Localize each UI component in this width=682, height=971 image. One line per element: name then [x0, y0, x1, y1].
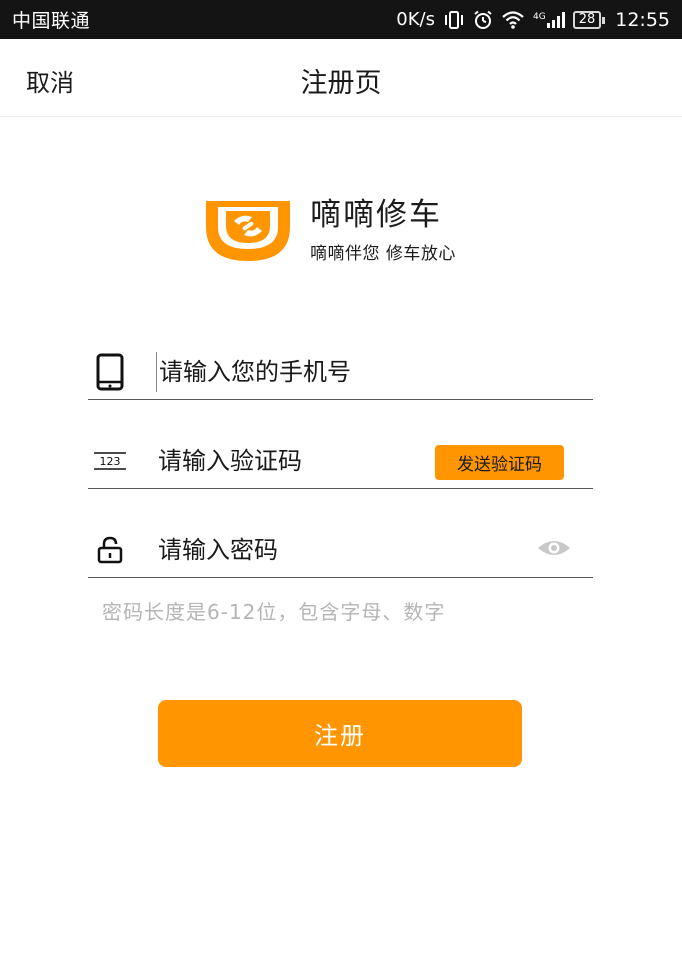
battery-level: 28 — [578, 11, 596, 27]
app-slogan: 嘀嘀伴您 修车放心 — [310, 244, 456, 264]
register-button[interactable]: 注册 — [158, 700, 522, 767]
alarm-icon — [473, 10, 493, 30]
vibrate-icon — [443, 10, 465, 30]
clock: 12:55 — [615, 8, 670, 31]
status-bar: 中国联通 0K/s 4G 28 12:55 — [0, 0, 682, 39]
svg-text:123: 123 — [100, 455, 121, 468]
page-title: 注册页 — [300, 68, 382, 99]
password-input[interactable] — [158, 530, 488, 570]
lock-icon — [92, 530, 128, 570]
battery-icon: 28 — [572, 10, 605, 29]
wrench-shield-logo-icon — [206, 201, 290, 261]
app-name: 嘀嘀修车 — [310, 197, 442, 233]
signal-icon: 4G — [532, 11, 565, 28]
phone-row — [88, 340, 593, 400]
network-type: 4G — [532, 11, 546, 22]
nav-bar: 取消 注册页 — [0, 39, 682, 117]
verification-code-row: 123 发送验证码 — [88, 429, 593, 489]
password-row — [88, 518, 593, 578]
carrier-name: 中国联通 — [12, 10, 91, 32]
wifi-icon — [501, 10, 525, 30]
phone-input[interactable] — [156, 352, 486, 392]
verification-code-input[interactable] — [158, 441, 418, 481]
number-123-icon: 123 — [92, 441, 128, 481]
eye-icon[interactable] — [536, 536, 572, 560]
send-code-button[interactable]: 发送验证码 — [435, 445, 564, 480]
status-indicators: 0K/s 4G 28 12:55 — [396, 9, 670, 31]
password-hint: 密码长度是6-12位，包含字母、数字 — [102, 600, 446, 624]
phone-icon — [92, 352, 128, 392]
network-speed: 0K/s — [396, 9, 435, 30]
app-logo: 嘀嘀修车 嘀嘀伴您 修车放心 — [204, 196, 456, 264]
